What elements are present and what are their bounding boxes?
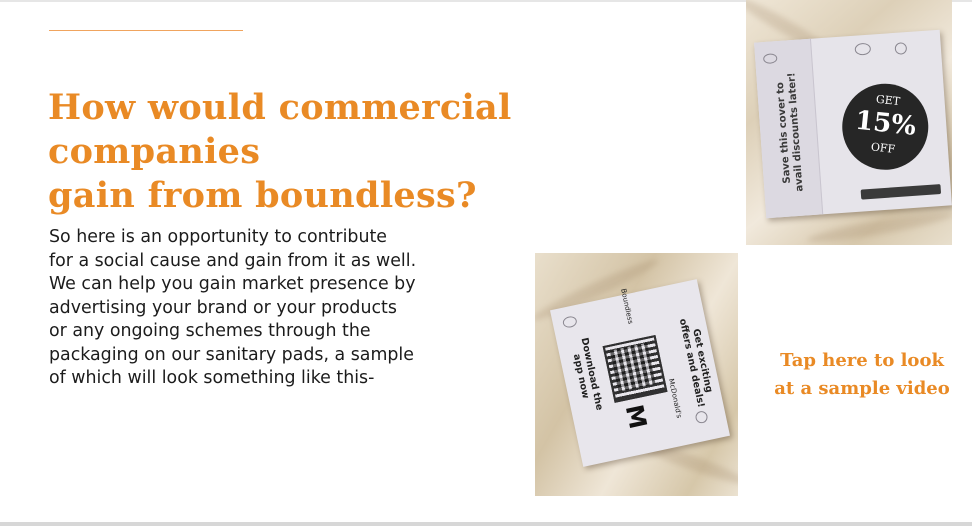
doodle-icon [854, 42, 872, 56]
bottom-border [0, 522, 972, 526]
qr-cover-photo: Boundless Get exciting offers and deals!… [535, 253, 738, 496]
doodle-icon [894, 42, 908, 55]
badge-value: 15% [853, 105, 918, 142]
discount-cover-photo: Save this cover to avail discounts later… [746, 0, 952, 245]
discount-badge: GET 15% OFF [838, 79, 933, 175]
body-paragraph: So here is an opportunity to contribute … [49, 227, 417, 388]
sample-video-link[interactable]: Tap here to look at a sample video [757, 347, 967, 403]
packet-download-text: Download the app now [570, 336, 605, 412]
brand-name-text: McDonald's [666, 377, 684, 419]
pad-packet-qr: Boundless Get exciting offers and deals!… [550, 279, 730, 467]
packet-offer-text: Get exciting offers and deals! [676, 317, 715, 409]
boundless-logo: Boundless [619, 287, 635, 325]
packet-footer-strip [860, 184, 942, 200]
page-heading: How would commercial companies gain from… [48, 87, 512, 216]
mcdonalds-logo: M [619, 402, 653, 432]
accent-rule [49, 30, 243, 31]
pad-packet-discount: Save this cover to avail discounts later… [754, 29, 952, 219]
